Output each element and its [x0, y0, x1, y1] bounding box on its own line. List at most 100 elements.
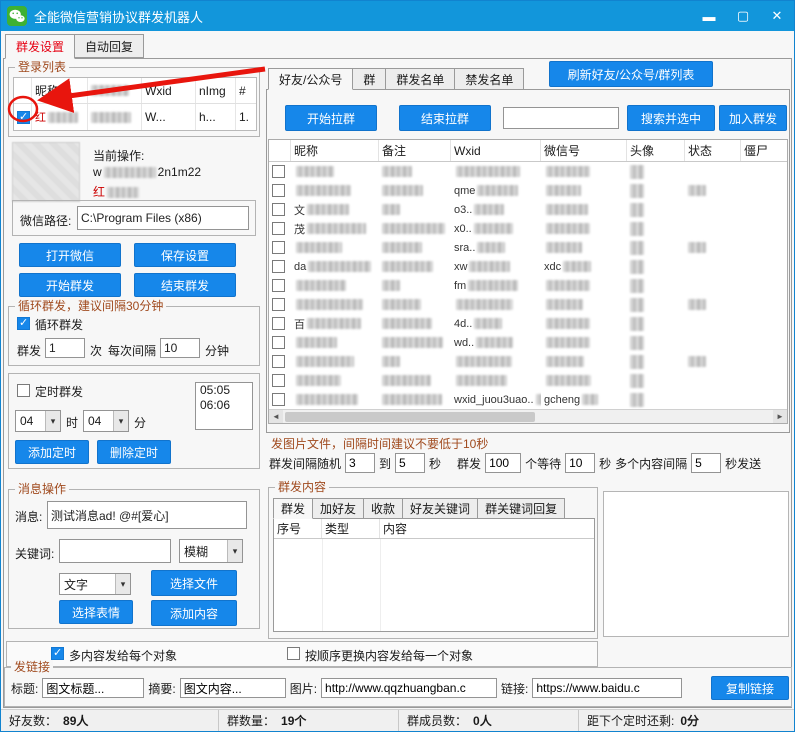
- refresh-lists-button[interactable]: 刷新好友/公众号/群列表: [549, 61, 713, 87]
- keyword-input[interactable]: [59, 539, 171, 563]
- friend-row[interactable]: [269, 352, 787, 371]
- maximize-button[interactable]: ▢: [726, 1, 760, 31]
- tab-content-friend-keyword[interactable]: 好友关键词: [403, 498, 478, 519]
- match-mode-select[interactable]: 模糊▾: [179, 539, 243, 563]
- avatar: [630, 222, 644, 236]
- friend-row-checkbox[interactable]: [272, 165, 285, 178]
- friend-row-checkbox[interactable]: [272, 203, 285, 216]
- avatar: [630, 241, 644, 255]
- loop-count-input[interactable]: [45, 338, 85, 358]
- friend-row[interactable]: 文o3..: [269, 200, 787, 219]
- link-url-input[interactable]: [532, 678, 682, 698]
- open-wechat-button[interactable]: 打开微信: [19, 243, 121, 267]
- close-button[interactable]: ✕: [760, 1, 794, 31]
- avatar: [630, 260, 644, 274]
- friend-row-checkbox[interactable]: [272, 279, 285, 292]
- link-summary-input[interactable]: [180, 678, 286, 698]
- choose-file-button[interactable]: 选择文件: [151, 570, 237, 596]
- loop-send-checkbox[interactable]: [17, 317, 30, 330]
- minimize-button[interactable]: ▬: [692, 1, 726, 31]
- friend-row[interactable]: wd..: [269, 333, 787, 352]
- add-content-button[interactable]: 添加内容: [151, 600, 237, 626]
- sequential-checkbox[interactable]: [287, 647, 300, 660]
- tab-forbidden-list[interactable]: 禁发名单: [455, 68, 524, 90]
- login-table: 昵称 Wxid nImg # 红 W... h... 1.: [13, 77, 257, 131]
- friend-row[interactable]: sra..: [269, 238, 787, 257]
- friend-row-checkbox[interactable]: [272, 355, 285, 368]
- link-title-label: 标题:: [11, 680, 38, 697]
- tab-groups[interactable]: 群: [353, 68, 386, 90]
- scroll-right-icon[interactable]: ►: [773, 410, 787, 423]
- friend-row[interactable]: wxid_juou3uao..gcheng: [269, 390, 787, 409]
- friend-row[interactable]: 百4d..: [269, 314, 787, 333]
- tab-content-add-friend[interactable]: 加好友: [313, 498, 364, 519]
- save-settings-button[interactable]: 保存设置: [134, 243, 236, 267]
- timer-time-item[interactable]: 06:06: [196, 398, 252, 413]
- content-tabs: 群发 加好友 收款 好友关键词 群关键词回复: [273, 498, 565, 519]
- friend-row[interactable]: [269, 295, 787, 314]
- friend-row-checkbox[interactable]: [272, 222, 285, 235]
- friend-row-checkbox[interactable]: [272, 336, 285, 349]
- wechat-path-input[interactable]: [77, 206, 249, 230]
- copy-link-button[interactable]: 复制链接: [711, 676, 789, 700]
- tab-content-payment[interactable]: 收款: [364, 498, 403, 519]
- tab-send-list[interactable]: 群发名单: [386, 68, 455, 90]
- friend-row-checkbox[interactable]: [272, 260, 285, 273]
- timer-time-item[interactable]: 05:05: [196, 383, 252, 398]
- search-select-button[interactable]: 搜索并选中: [627, 105, 715, 131]
- search-input[interactable]: [503, 107, 619, 129]
- friend-row-checkbox[interactable]: [272, 184, 285, 197]
- interval-max-input[interactable]: [395, 453, 425, 473]
- friend-row[interactable]: [269, 162, 787, 181]
- interval-label2: 群发: [457, 455, 481, 472]
- friend-row-checkbox[interactable]: [272, 241, 285, 254]
- end-pull-group-button[interactable]: 结束拉群: [399, 105, 491, 131]
- horizontal-scrollbar[interactable]: ◄ ►: [269, 409, 787, 423]
- batch-size-input[interactable]: [485, 453, 521, 473]
- blurred-text: [296, 337, 337, 348]
- tab-content-group-keyword[interactable]: 群关键词回复: [478, 498, 565, 519]
- end-mass-send-button[interactable]: 结束群发: [134, 273, 236, 297]
- link-image-input[interactable]: [321, 678, 497, 698]
- status-member-count: 群成员数：0人: [399, 710, 579, 731]
- content-type-select[interactable]: 文字▾: [59, 573, 131, 595]
- start-pull-group-button[interactable]: 开始拉群: [285, 105, 377, 131]
- friend-row[interactable]: fm: [269, 276, 787, 295]
- content-gap-input[interactable]: [691, 453, 721, 473]
- titlebar: 全能微信营销协议群发机器人 ▬ ▢ ✕: [1, 1, 794, 31]
- login-table-row[interactable]: 红 W... h... 1.: [14, 104, 256, 130]
- friend-row[interactable]: 茂x0..: [269, 219, 787, 238]
- timer-times-list[interactable]: 05:05 06:06: [195, 382, 253, 430]
- tab-friends-official[interactable]: 好友/公众号: [268, 68, 353, 90]
- tab-auto-reply[interactable]: 自动回复: [75, 34, 144, 58]
- blurred-text: [456, 166, 520, 177]
- friend-row[interactable]: daxwxdc: [269, 257, 787, 276]
- message-input[interactable]: [47, 501, 247, 529]
- interval-min-input[interactable]: [345, 453, 375, 473]
- friend-row[interactable]: qme: [269, 181, 787, 200]
- friend-row-checkbox[interactable]: [272, 393, 285, 406]
- delete-timer-button[interactable]: 删除定时: [97, 440, 171, 464]
- friend-row[interactable]: [269, 371, 787, 390]
- friend-row-checkbox[interactable]: [272, 374, 285, 387]
- login-row-checkbox[interactable]: [17, 111, 30, 124]
- scrollbar-thumb[interactable]: [285, 412, 535, 422]
- add-to-send-button[interactable]: 加入群发: [719, 105, 787, 131]
- start-mass-send-button[interactable]: 开始群发: [19, 273, 121, 297]
- loop-interval-input[interactable]: [160, 338, 200, 358]
- link-title-input[interactable]: [42, 678, 144, 698]
- avatar: [630, 165, 644, 179]
- multi-content-checkbox[interactable]: [51, 647, 64, 660]
- timer-hour-select[interactable]: 04▾: [15, 410, 61, 432]
- blurred-text: [546, 299, 583, 310]
- batch-wait-input[interactable]: [565, 453, 595, 473]
- choose-emoji-button[interactable]: 选择表情: [59, 600, 133, 624]
- tab-content-send[interactable]: 群发: [273, 498, 313, 519]
- friend-row-checkbox[interactable]: [272, 298, 285, 311]
- timer-send-checkbox[interactable]: [17, 384, 30, 397]
- scroll-left-icon[interactable]: ◄: [269, 410, 283, 423]
- timer-minute-select[interactable]: 04▾: [83, 410, 129, 432]
- tab-mass-send-settings[interactable]: 群发设置: [5, 34, 75, 59]
- add-timer-button[interactable]: 添加定时: [15, 440, 89, 464]
- friend-row-checkbox[interactable]: [272, 317, 285, 330]
